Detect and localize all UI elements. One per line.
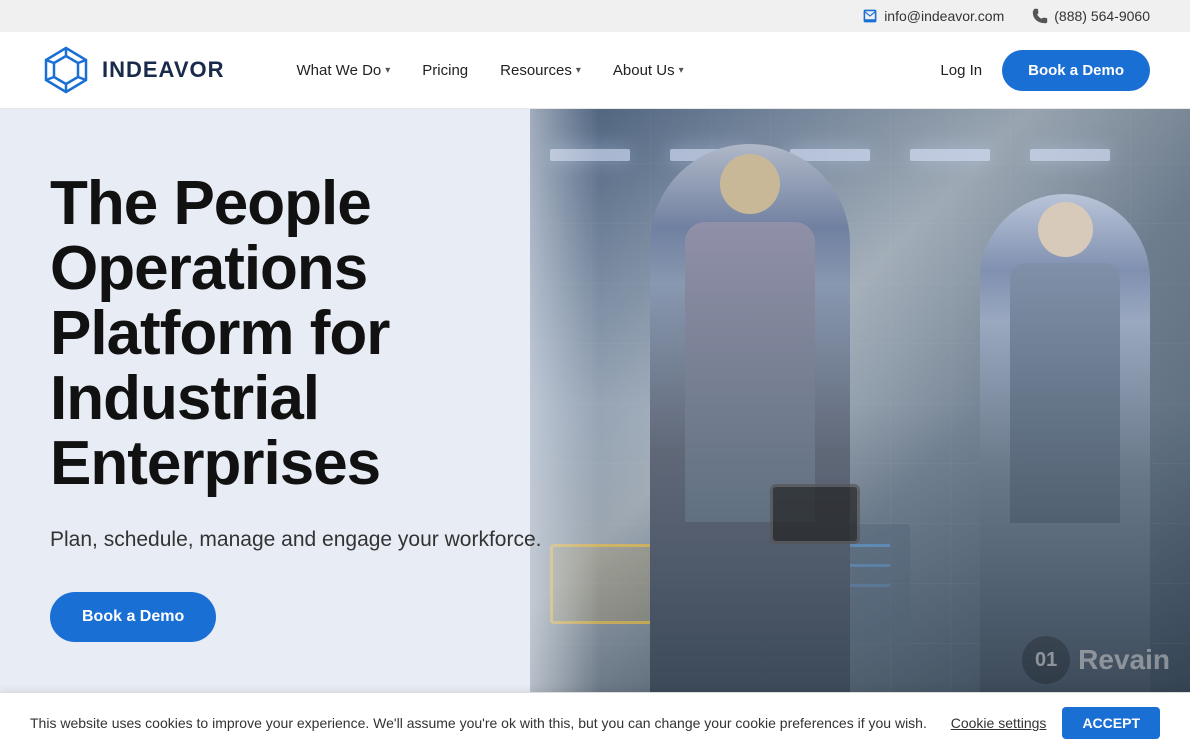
phone-icon <box>1032 8 1048 24</box>
login-link[interactable]: Log In <box>940 62 982 79</box>
hero-background-image: 01 Revain <box>530 109 1190 704</box>
header: INDEAVOR What We Do ▾ Pricing Resources … <box>0 32 1190 109</box>
email-link[interactable]: info@indeavor.com <box>862 8 1004 24</box>
book-demo-button-header[interactable]: Book a Demo <box>1002 50 1150 91</box>
logo-icon <box>40 44 92 96</box>
email-text: info@indeavor.com <box>884 8 1004 24</box>
hero-subtitle: Plan, schedule, manage and engage your w… <box>50 524 550 556</box>
revain-text: Revain <box>1078 644 1170 676</box>
accept-cookies-button[interactable]: ACCEPT <box>1062 707 1160 739</box>
cookie-bar: This website uses cookies to improve you… <box>0 692 1190 753</box>
nav-pricing[interactable]: Pricing <box>410 54 480 87</box>
main-nav: What We Do ▾ Pricing Resources ▾ About U… <box>285 54 941 87</box>
email-icon <box>862 8 878 24</box>
revain-watermark: 01 Revain <box>1022 636 1170 684</box>
logo-link[interactable]: INDEAVOR <box>40 44 225 96</box>
chevron-down-icon-resources: ▾ <box>576 65 581 76</box>
revain-circle: 01 <box>1022 636 1070 684</box>
header-actions: Log In Book a Demo <box>940 50 1150 91</box>
phone-link[interactable]: (888) 564-9060 <box>1032 8 1150 24</box>
logo-text: INDEAVOR <box>102 57 225 83</box>
hero-content: The People Operations Platform for Indus… <box>0 109 600 704</box>
nav-about-us[interactable]: About Us ▾ <box>601 54 696 87</box>
hero-title: The People Operations Platform for Indus… <box>50 171 550 496</box>
nav-what-we-do[interactable]: What We Do ▾ <box>285 54 403 87</box>
hero-section: 01 Revain The People Operations Platform… <box>0 109 1190 704</box>
chevron-down-icon: ▾ <box>385 65 390 76</box>
cookie-message: This website uses cookies to improve you… <box>30 715 951 731</box>
cookie-settings-button[interactable]: Cookie settings <box>951 715 1047 731</box>
top-bar: info@indeavor.com (888) 564-9060 <box>0 0 1190 32</box>
chevron-down-icon-about: ▾ <box>679 65 684 76</box>
nav-resources[interactable]: Resources ▾ <box>488 54 593 87</box>
book-demo-button-hero[interactable]: Book a Demo <box>50 592 216 642</box>
phone-text: (888) 564-9060 <box>1054 8 1150 24</box>
